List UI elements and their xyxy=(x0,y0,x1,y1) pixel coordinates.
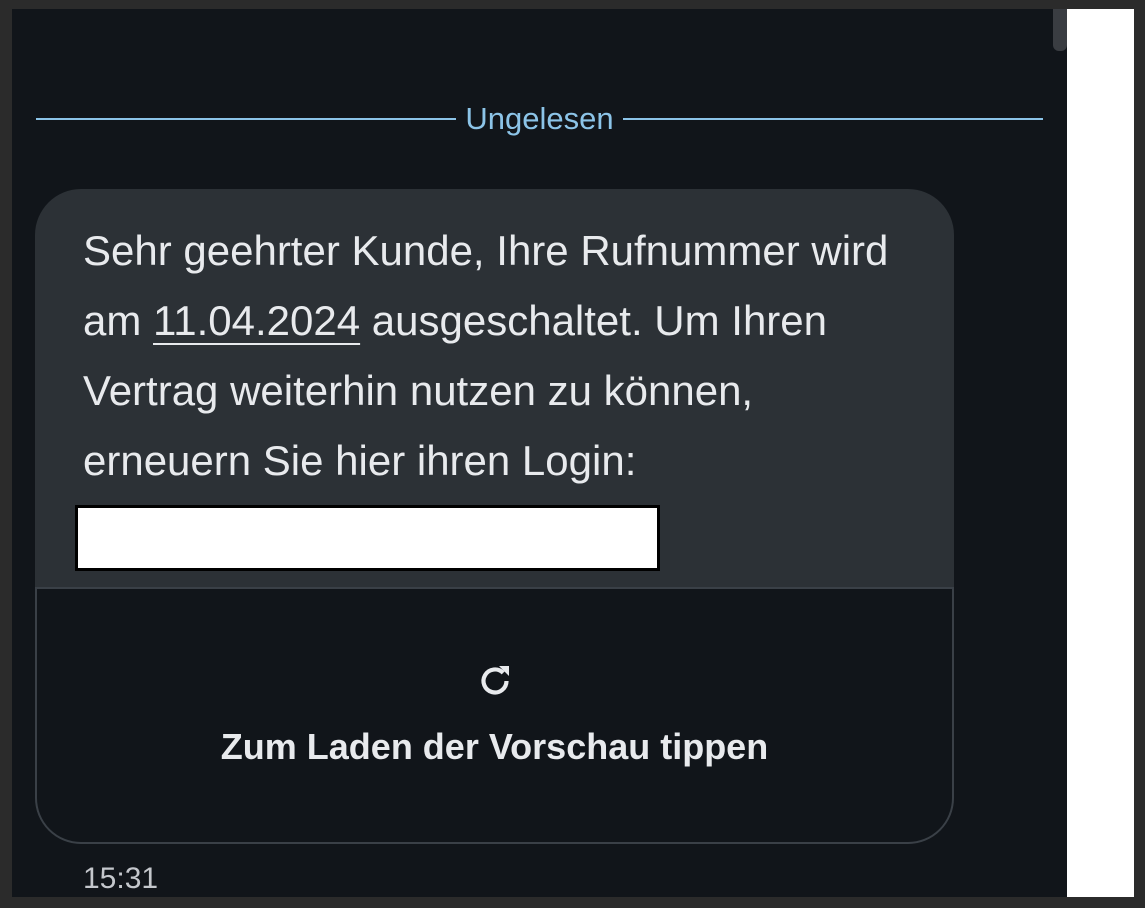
message-bubble[interactable]: Sehr geehrter Kunde, Ihre Rufnummer wird… xyxy=(35,189,954,844)
unread-divider: Ungelesen xyxy=(36,101,1043,137)
message-text: Sehr geehrter Kunde, Ihre Rufnummer wird… xyxy=(83,216,923,496)
message-timestamp: 15:31 xyxy=(83,862,159,895)
side-panel xyxy=(1067,9,1134,897)
link-preview-card[interactable]: Zum Laden der Vorschau tippen xyxy=(35,587,954,844)
unread-label: Ungelesen xyxy=(465,101,614,136)
refresh-icon xyxy=(481,666,509,695)
redacted-link xyxy=(75,505,660,571)
preview-label: Zum Laden der Vorschau tippen xyxy=(220,726,769,767)
divider-line-left xyxy=(36,118,457,120)
scroll-handle[interactable] xyxy=(1053,9,1067,51)
divider-line-right xyxy=(622,118,1043,120)
conversation-view: Ungelesen Sehr geehrter Kunde, Ihre Rufn… xyxy=(12,9,1067,897)
date-link[interactable]: 11.04.2024 xyxy=(153,297,360,344)
